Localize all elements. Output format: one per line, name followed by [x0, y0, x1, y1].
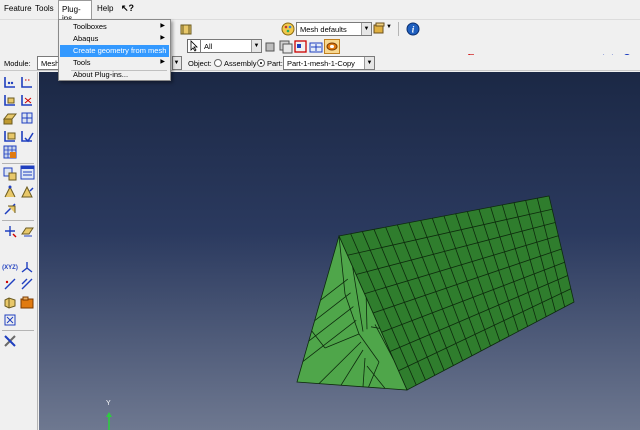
create-datum-icon[interactable]	[3, 224, 17, 238]
toolbox-separator	[2, 163, 34, 164]
element-type-icon[interactable]	[20, 111, 34, 125]
part-radio[interactable]	[257, 59, 265, 67]
selection-filter-combo[interactable]: All ▼	[200, 39, 262, 53]
menu-item-about-plugins[interactable]: About Plug-ins...	[60, 69, 169, 81]
select-cursor-icon[interactable]	[187, 39, 201, 53]
seed-part-icon[interactable]	[3, 75, 17, 89]
module-combo-arrow[interactable]: ▼	[172, 56, 182, 70]
datum-plane-icon[interactable]	[20, 224, 34, 238]
assign-mesh-icon[interactable]	[3, 167, 17, 181]
module-combo[interactable]: Mesh	[37, 56, 59, 70]
datum-point-icon[interactable]: (XYZ)	[2, 260, 18, 274]
select-exterior-icon[interactable]	[279, 40, 293, 54]
meshed-part[interactable]	[39, 72, 640, 430]
menu-item-toolboxes[interactable]: Toolboxes ▶	[60, 21, 169, 33]
mesh-controls-icon[interactable]	[2, 111, 18, 125]
toolbar-separator	[398, 22, 399, 36]
tools-icon[interactable]	[3, 334, 17, 348]
menu-help[interactable]: Help	[97, 4, 113, 13]
mesh-region-icon[interactable]	[20, 129, 34, 143]
module-toolbox: (XYZ)	[0, 72, 38, 430]
context-help-icon[interactable]: ↖?	[121, 3, 134, 14]
datum-offset-icon[interactable]	[20, 277, 34, 291]
datum-axis-icon[interactable]	[3, 277, 17, 291]
menu-tools[interactable]: Tools	[35, 4, 54, 13]
part-label: Part:	[267, 59, 283, 68]
delete-edge-seeds-icon[interactable]	[20, 93, 34, 107]
drag-shape-icon[interactable]	[294, 40, 308, 54]
menu-item-create-geometry-from-mesh[interactable]: Create geometry from mesh	[60, 45, 169, 57]
selection-options-icon[interactable]	[324, 39, 340, 54]
query-icon[interactable]	[3, 296, 17, 310]
selection-mode-icon[interactable]	[309, 40, 323, 54]
color-code-dropdown-icon[interactable]: ▼	[386, 24, 392, 30]
color-code-icon[interactable]	[372, 22, 386, 36]
adaptive-remesh-icon[interactable]	[3, 202, 17, 216]
surface-manager-icon[interactable]	[3, 313, 17, 327]
mesh-part-icon[interactable]	[3, 129, 17, 143]
svg-text:(XYZ): (XYZ)	[2, 265, 18, 271]
toolbox-separator	[2, 330, 34, 331]
menu-item-abaqus[interactable]: Abaqus ▶	[60, 33, 169, 45]
partition-icon[interactable]	[20, 165, 35, 180]
virtual-topology-icon[interactable]	[3, 185, 17, 199]
seed-edge-icon[interactable]	[20, 75, 34, 89]
plugins-dropdown-menu: Toolboxes ▶ Abaqus ▶ Create geometry from …	[58, 19, 171, 81]
module-label: Module:	[4, 59, 31, 68]
select-from-interior-icon[interactable]	[264, 40, 278, 54]
info-icon[interactable]: i	[406, 22, 420, 36]
assembly-radio[interactable]	[214, 59, 222, 67]
object-label: Object:	[188, 59, 212, 68]
menu-feature[interactable]: Feature	[4, 4, 32, 13]
render-style-icon[interactable]	[281, 22, 295, 36]
verify-mesh-icon[interactable]	[3, 145, 17, 159]
view-triad	[106, 412, 112, 430]
render-style-combo[interactable]: Mesh defaults ▼	[296, 22, 372, 36]
toolbox-separator	[2, 220, 34, 221]
assembly-label: Assembly	[224, 59, 257, 68]
menu-plugins[interactable]: Plug-ins	[58, 0, 92, 23]
menu-bar: Feature Tools Plug-ins Help ↖?	[0, 0, 640, 23]
triad-y-label: Y	[106, 400, 111, 407]
edit-mesh-icon[interactable]	[20, 185, 34, 199]
delete-seeds-icon[interactable]	[3, 93, 17, 107]
datum-csys-icon[interactable]	[20, 260, 34, 274]
graphics-viewport[interactable]: Y	[39, 72, 640, 430]
set-manager-icon[interactable]	[20, 296, 34, 310]
part-combo[interactable]: Part-1-mesh-1-Copy ▼	[283, 56, 375, 70]
part-icon[interactable]	[179, 22, 193, 36]
menu-item-tools[interactable]: Tools ▶	[60, 57, 169, 69]
